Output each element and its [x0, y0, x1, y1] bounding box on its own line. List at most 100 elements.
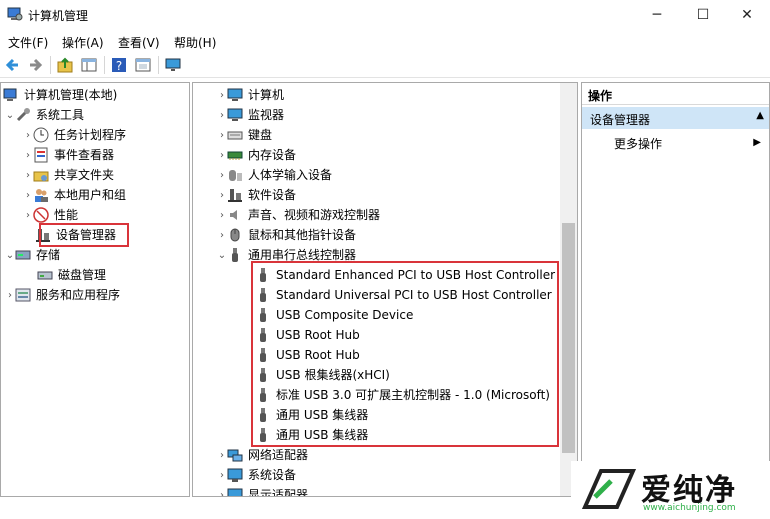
chevron-right-icon[interactable]: › — [217, 165, 227, 185]
category-system-devices[interactable]: › 系统设备 — [217, 465, 296, 485]
chevron-right-icon[interactable]: › — [217, 445, 227, 465]
menu-view[interactable]: 查看(V) — [118, 34, 160, 51]
usb-devices-highlight — [251, 261, 559, 447]
minimize-button[interactable]: ─ — [634, 0, 680, 30]
speaker-icon — [227, 207, 243, 223]
watermark-url: www.aichunjing.com — [643, 503, 736, 513]
tree-local-users[interactable]: › 本地用户和组 — [23, 185, 126, 205]
device-manager-highlight — [39, 223, 129, 247]
chevron-right-icon[interactable]: › — [217, 465, 227, 485]
tree-storage-label: 存储 — [36, 248, 61, 262]
actions-section-label: 设备管理器 — [590, 113, 651, 127]
category-mouse[interactable]: › 鼠标和其他指针设备 — [217, 225, 356, 245]
tree-task-scheduler[interactable]: › 任务计划程序 — [23, 125, 126, 145]
computer-management-icon — [3, 87, 19, 103]
device-tree: › 计算机 › 监视器 › 键盘 › 内存设备 › 人体学输入设备 › 软件设备… — [192, 82, 578, 497]
disk-icon — [37, 267, 53, 283]
tree-task-scheduler-label: 任务计划程序 — [54, 128, 127, 142]
more-actions-item[interactable]: 更多操作 — [614, 135, 662, 152]
tree-shared-folders[interactable]: › 共享文件夹 — [23, 165, 114, 185]
tree-performance[interactable]: › 性能 — [23, 205, 78, 225]
tree-services-label: 服务和应用程序 — [36, 288, 121, 302]
monitor-icon[interactable] — [164, 56, 182, 74]
watermark: 爱纯净 www.aichunjing.com — [571, 461, 770, 519]
tree-system-tools-label: 系统工具 — [36, 108, 85, 122]
system-device-icon — [227, 467, 243, 483]
category-label: 键盘 — [248, 128, 273, 142]
close-icon: ✕ — [741, 7, 753, 23]
toolbar-divider — [104, 56, 105, 74]
usb-icon — [227, 247, 243, 263]
menu-bar: 文件(F) 操作(A) 查看(V) 帮助(H) — [0, 30, 770, 52]
chevron-right-icon[interactable]: › — [23, 125, 33, 145]
menu-file[interactable]: 文件(F) — [8, 34, 48, 51]
chevron-right-icon[interactable]: › — [5, 285, 15, 305]
shared-folder-icon — [33, 167, 49, 183]
chevron-right-icon[interactable]: › — [217, 205, 227, 225]
category-network[interactable]: › 网络适配器 — [217, 445, 308, 465]
category-label: 显示适配器 — [248, 488, 309, 497]
collapse-up-icon[interactable]: ▲ — [756, 110, 764, 121]
actions-header: 操作 — [582, 83, 769, 105]
category-label: 人体学输入设备 — [248, 168, 333, 182]
chevron-right-icon[interactable]: › — [217, 85, 227, 105]
menu-action[interactable]: 操作(A) — [62, 34, 104, 51]
maximize-button[interactable]: ☐ — [680, 0, 726, 30]
forward-icon[interactable] — [26, 56, 44, 74]
tree-root[interactable]: 计算机管理(本地) — [3, 85, 117, 105]
monitor-icon — [227, 107, 243, 123]
tree-event-viewer[interactable]: › 事件查看器 — [23, 145, 114, 165]
chevron-right-icon[interactable]: › — [23, 165, 33, 185]
maximize-icon: ☐ — [696, 7, 710, 23]
category-sound[interactable]: › 声音、视频和游戏控制器 — [217, 205, 380, 225]
chevron-right-icon[interactable]: › — [23, 185, 33, 205]
chevron-right-icon[interactable]: › — [217, 125, 227, 145]
submenu-arrow-icon[interactable]: ▶ — [753, 137, 761, 148]
category-hid[interactable]: › 人体学输入设备 — [217, 165, 332, 185]
category-monitor[interactable]: › 监视器 — [217, 105, 284, 125]
category-computer[interactable]: › 计算机 — [217, 85, 284, 105]
tree-services[interactable]: › 服务和应用程序 — [5, 285, 120, 305]
category-label: 鼠标和其他指针设备 — [248, 228, 357, 242]
tree-storage[interactable]: ⌄ 存储 — [5, 245, 60, 265]
up-folder-icon[interactable] — [56, 56, 74, 74]
users-icon — [33, 187, 49, 203]
category-display-adapters[interactable]: › 显示适配器 — [217, 485, 309, 497]
display-adapter-icon — [227, 487, 243, 496]
chevron-right-icon[interactable]: › — [217, 105, 227, 125]
chevron-down-icon[interactable]: ⌄ — [5, 105, 15, 125]
chevron-right-icon[interactable]: › — [217, 185, 227, 205]
scrollbar-thumb[interactable] — [562, 223, 575, 453]
category-memory[interactable]: › 内存设备 — [217, 145, 296, 165]
tree-disk-management[interactable]: 磁盘管理 — [37, 265, 106, 285]
tree-performance-label: 性能 — [54, 208, 79, 222]
tree-event-viewer-label: 事件查看器 — [54, 148, 115, 162]
back-icon[interactable] — [4, 56, 22, 74]
performance-icon — [33, 207, 49, 223]
toolbar-divider — [50, 56, 51, 74]
actions-pane: 操作 设备管理器 ▲ 更多操作 ▶ — [581, 82, 770, 497]
category-label: 软件设备 — [248, 188, 297, 202]
close-button[interactable]: ✕ — [724, 0, 770, 30]
menu-help[interactable]: 帮助(H) — [174, 34, 216, 51]
tree-system-tools[interactable]: ⌄ 系统工具 — [5, 105, 84, 125]
mouse-icon — [227, 227, 243, 243]
chevron-right-icon[interactable]: › — [23, 205, 33, 225]
category-label: 系统设备 — [248, 468, 297, 482]
chevron-right-icon[interactable]: › — [23, 145, 33, 165]
chevron-right-icon[interactable]: › — [217, 145, 227, 165]
show-hide-tree-icon[interactable] — [80, 56, 98, 74]
navigation-tree: 计算机管理(本地) ⌄ 系统工具 › 任务计划程序 › 事件查看器 › 共享文件… — [0, 82, 190, 497]
properties-icon[interactable] — [134, 56, 152, 74]
help-icon[interactable]: ? — [110, 56, 128, 74]
minimize-icon: ─ — [652, 7, 662, 23]
chevron-down-icon[interactable]: ⌄ — [217, 245, 227, 265]
svg-text:?: ? — [116, 59, 122, 73]
category-software-devices[interactable]: › 软件设备 — [217, 185, 296, 205]
vertical-scrollbar[interactable] — [560, 83, 577, 496]
actions-section-device-manager[interactable]: 设备管理器 ▲ — [582, 107, 769, 129]
chevron-right-icon[interactable]: › — [217, 485, 227, 497]
category-keyboard[interactable]: › 键盘 — [217, 125, 272, 145]
chevron-down-icon[interactable]: ⌄ — [5, 245, 15, 265]
chevron-right-icon[interactable]: › — [217, 225, 227, 245]
